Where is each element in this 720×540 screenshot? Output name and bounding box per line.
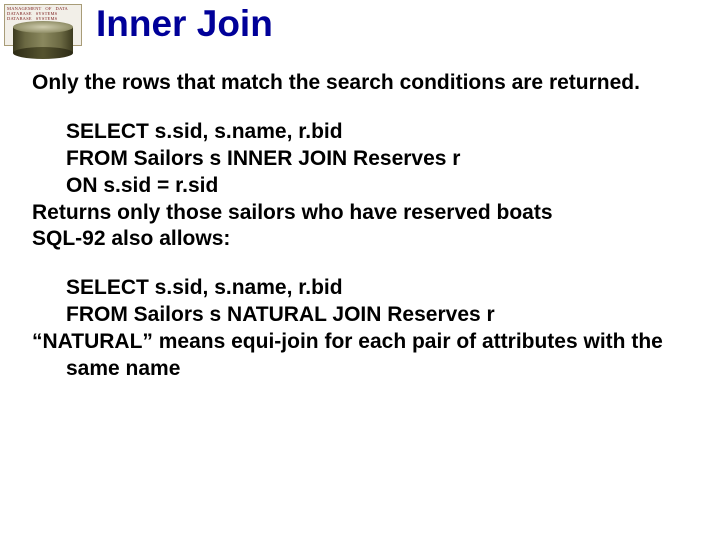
note-2: SQL-92 also allows: (32, 226, 692, 253)
logo-text: MANAGEMENT OF DATA DATABASE SYSTEMS DATA… (7, 6, 68, 21)
sql-block-2: SELECT s.sid, s.name, r.bid FROM Sailors… (32, 275, 692, 329)
block-1: SELECT s.sid, s.name, r.bid FROM Sailors… (32, 119, 692, 253)
logo: MANAGEMENT OF DATA DATABASE SYSTEMS DATA… (4, 4, 82, 46)
sql2-line1: SELECT s.sid, s.name, r.bid (66, 275, 692, 302)
note-1: Returns only those sailors who have rese… (32, 200, 692, 227)
sql1-line2: FROM Sailors s INNER JOIN Reserves r (66, 146, 692, 173)
sql1-line1: SELECT s.sid, s.name, r.bid (66, 119, 692, 146)
database-cylinder-icon (13, 21, 73, 59)
sql-block-1: SELECT s.sid, s.name, r.bid FROM Sailors… (32, 119, 692, 200)
slide: MANAGEMENT OF DATA DATABASE SYSTEMS DATA… (0, 0, 720, 540)
cylinder-top (13, 21, 73, 33)
slide-body: Only the rows that match the search cond… (32, 70, 692, 405)
note-3: “NATURAL” means equi-join for each pair … (32, 329, 692, 383)
slide-title: Inner Join (96, 3, 273, 45)
sql2-line2: FROM Sailors s NATURAL JOIN Reserves r (66, 302, 692, 329)
sql1-line3: ON s.sid = r.sid (66, 173, 692, 200)
intro-text: Only the rows that match the search cond… (32, 70, 692, 97)
cylinder-bottom (13, 47, 73, 59)
block-2: SELECT s.sid, s.name, r.bid FROM Sailors… (32, 275, 692, 383)
